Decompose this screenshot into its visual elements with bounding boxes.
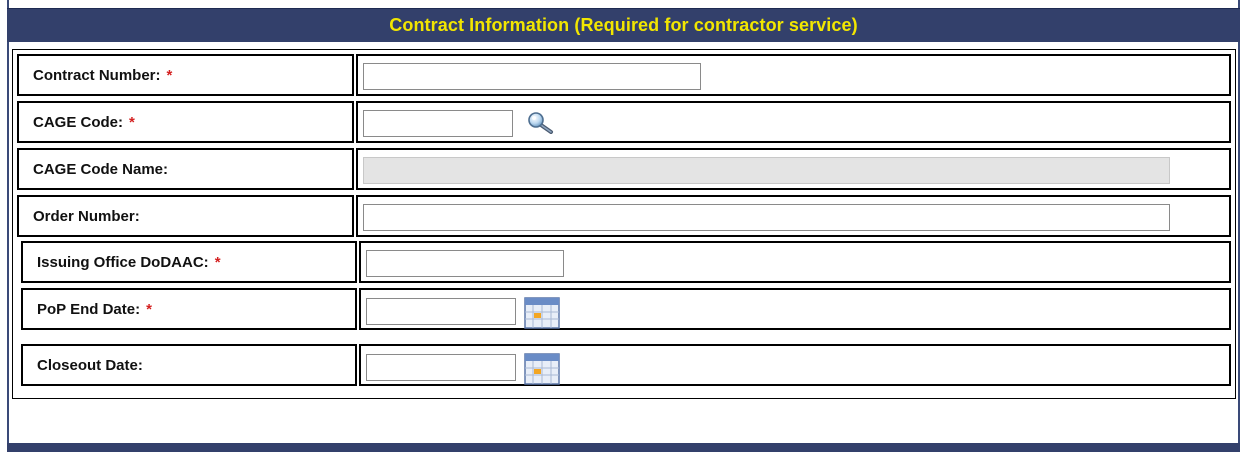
pop-end-date-input[interactable] xyxy=(366,298,516,325)
closeout-date-label: Closeout Date: xyxy=(37,356,143,374)
cage-code-input[interactable] xyxy=(363,110,513,137)
required-asterisk: * xyxy=(146,300,152,318)
contract-number-value-cell xyxy=(356,54,1231,96)
order-number-value-cell xyxy=(356,195,1231,237)
order-number-input[interactable] xyxy=(363,204,1170,231)
pop-end-date-label: PoP End Date: xyxy=(37,300,141,318)
closeout-date-label-cell: Closeout Date: xyxy=(21,344,357,386)
order-number-label: Order Number: xyxy=(33,207,140,225)
required-asterisk: * xyxy=(129,113,135,131)
section-footer-bar xyxy=(7,443,1240,452)
cage-code-label: CAGE Code: xyxy=(33,113,123,131)
cage-code-label-cell: CAGE Code: * xyxy=(17,101,354,143)
issuing-office-dodaac-label: Issuing Office DoDAAC: xyxy=(37,253,209,271)
cage-code-name-value-cell xyxy=(356,148,1231,190)
cage-code-name-input xyxy=(363,157,1170,184)
closeout-date-value-cell xyxy=(359,344,1231,386)
section-header: Contract Information (Required for contr… xyxy=(7,8,1240,42)
contract-number-label-cell: Contract Number: * xyxy=(17,54,354,96)
section-title: Contract Information (Required for contr… xyxy=(389,15,858,35)
cage-code-value-cell xyxy=(356,101,1231,143)
cage-code-name-label: CAGE Code Name: xyxy=(33,160,169,178)
cage-code-name-label-cell: CAGE Code Name: xyxy=(17,148,354,190)
closeout-date-input[interactable] xyxy=(366,354,516,381)
calendar-icon[interactable] xyxy=(524,297,560,334)
magnifier-search-icon[interactable] xyxy=(526,112,556,139)
issuing-office-dodaac-value-cell xyxy=(359,241,1231,283)
issuing-office-dodaac-input[interactable] xyxy=(366,250,564,277)
contract-number-input[interactable] xyxy=(363,63,701,90)
contract-number-label: Contract Number: xyxy=(33,66,161,84)
required-asterisk: * xyxy=(214,253,221,271)
issuing-office-dodaac-label-cell: Issuing Office DoDAAC: * xyxy=(21,241,357,283)
order-number-label-cell: Order Number: xyxy=(17,195,354,237)
pop-end-date-label-cell: PoP End Date: * xyxy=(21,288,357,330)
pop-end-date-value-cell xyxy=(359,288,1231,330)
required-asterisk: * xyxy=(166,66,173,84)
calendar-icon[interactable] xyxy=(524,353,560,390)
